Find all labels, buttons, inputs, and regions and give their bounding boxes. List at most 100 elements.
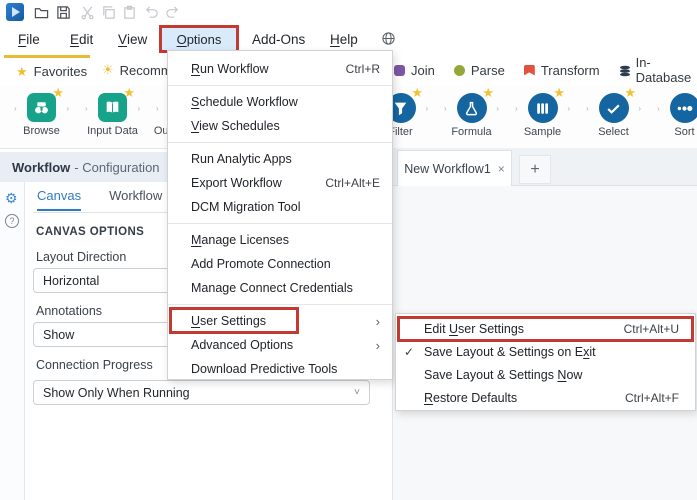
copy-icon xyxy=(99,3,117,21)
menu-view[interactable]: View xyxy=(118,24,147,54)
menu-item-view-schedules[interactable]: View Schedules xyxy=(168,114,392,138)
close-tab-icon[interactable]: × xyxy=(498,162,505,176)
menu-separator xyxy=(168,304,392,305)
menu-item-download-predictive-tools[interactable]: Download Predictive Tools xyxy=(168,357,392,381)
checkmark-icon: ✓ xyxy=(404,345,424,359)
open-folder-icon[interactable] xyxy=(32,3,50,21)
expand-right-icon[interactable]: › xyxy=(137,104,140,113)
submenu-arrow-icon: › xyxy=(376,314,380,329)
expand-left-icon[interactable]: › xyxy=(444,104,447,113)
menu-item-schedule-workflow[interactable]: Schedule Workflow xyxy=(168,90,392,114)
expand-right-icon[interactable]: › xyxy=(66,104,69,113)
configuration-header-title: Workflow xyxy=(12,160,70,175)
menu-separator xyxy=(168,142,392,143)
config-tab-canvas[interactable]: Canvas xyxy=(37,188,81,211)
tool-label: Input Data xyxy=(87,125,138,137)
submenu-arrow-icon: › xyxy=(376,338,380,353)
category-transform[interactable]: Transform xyxy=(524,63,600,78)
menu-item-manage-licenses[interactable]: Manage Licenses xyxy=(168,228,392,252)
category-in-database-icon xyxy=(619,65,630,76)
expand-left-icon[interactable]: › xyxy=(657,104,660,113)
tool-label: Browse xyxy=(23,125,60,137)
menu-item-export-workflow[interactable]: Export WorkflowCtrl+Alt+E xyxy=(168,171,392,195)
tool-label: Select xyxy=(598,126,629,138)
star-icon: ★ xyxy=(16,64,28,80)
favorite-star-icon: ★ xyxy=(411,85,423,101)
expand-right-icon[interactable]: › xyxy=(496,104,499,113)
expand-right-icon[interactable]: › xyxy=(567,104,570,113)
title-bar xyxy=(0,0,697,24)
menu-item-manage-connect-credentials[interactable]: Manage Connect Credentials xyxy=(168,276,392,300)
tool-label: Sort xyxy=(674,126,694,138)
category-in-database[interactable]: In-Database xyxy=(619,55,697,85)
expand-left-icon[interactable]: › xyxy=(515,104,518,113)
tool-category-list: Join Parse Transform In-Database xyxy=(394,55,697,85)
expand-left-icon[interactable]: › xyxy=(85,104,88,113)
menu-separator xyxy=(168,223,392,224)
user-settings-submenu: Edit User SettingsCtrl+Alt+U✓Save Layout… xyxy=(395,313,696,411)
layout-direction-label: Layout Direction xyxy=(36,250,126,264)
menu-item-dcm-migration-tool[interactable]: DCM Migration Tool xyxy=(168,195,392,219)
menu-edit[interactable]: Edit xyxy=(70,24,93,54)
menu-item-add-promote-connection[interactable]: Add Promote Connection xyxy=(168,252,392,276)
connection-progress-label: Connection Progress xyxy=(36,358,153,372)
tool-formula[interactable]: ★››Formula xyxy=(436,88,507,146)
menu-separator xyxy=(168,85,392,86)
redo-icon xyxy=(163,3,181,21)
expand-right-icon[interactable]: › xyxy=(425,104,428,113)
favorite-star-icon: ★ xyxy=(52,85,64,101)
tool-select[interactable]: ★››Select xyxy=(578,88,649,146)
tool-input-data[interactable]: ★››Input Data xyxy=(77,88,148,146)
document-tab-strip: New Workflow1 × + xyxy=(392,148,697,186)
paste-icon xyxy=(120,3,138,21)
tool-label: Formula xyxy=(451,126,491,138)
favorite-star-icon: ★ xyxy=(123,85,135,101)
tool-browse[interactable]: ★››Browse xyxy=(6,88,77,146)
expand-left-icon[interactable]: › xyxy=(156,104,159,113)
shortcut-label: Ctrl+R xyxy=(346,62,380,76)
menu-item-run-workflow[interactable]: Run WorkflowCtrl+R xyxy=(168,57,392,81)
menu-options[interactable]: Options xyxy=(159,25,239,53)
gear-icon[interactable]: ⚙ xyxy=(5,190,18,207)
menu-item-run-analytic-apps[interactable]: Run Analytic Apps xyxy=(168,147,392,171)
chevron-down-icon: ˅ xyxy=(354,387,360,398)
category-parse[interactable]: Parse xyxy=(454,63,505,78)
connection-progress-dropdown[interactable]: Show Only When Running ˅ xyxy=(33,380,370,405)
tool-sort[interactable]: ★››Sort xyxy=(649,88,697,146)
submenu-item-save-layout-settings-on-exit[interactable]: ✓Save Layout & Settings on Exit xyxy=(396,340,695,363)
submenu-item-restore-defaults[interactable]: Restore DefaultsCtrl+Alt+F xyxy=(396,386,695,409)
save-icon[interactable] xyxy=(54,3,72,21)
category-join[interactable]: Join xyxy=(394,63,435,78)
shortcut-label: Ctrl+Alt+E xyxy=(325,176,380,190)
submenu-item-edit-user-settings[interactable]: Edit User SettingsCtrl+Alt+U xyxy=(396,317,695,340)
menu-file[interactable]: File xyxy=(18,24,40,54)
tool-label: Sample xyxy=(524,126,561,138)
shortcut-label: Ctrl+Alt+F xyxy=(625,391,679,405)
cut-icon xyxy=(78,3,96,21)
bulb-icon: ☀ xyxy=(102,62,114,78)
expand-right-icon[interactable]: › xyxy=(638,104,641,113)
globe-icon[interactable] xyxy=(381,31,396,49)
favorite-star-icon: ★ xyxy=(624,85,636,101)
new-tab-button[interactable]: + xyxy=(519,155,551,184)
category-parse-icon xyxy=(454,65,465,76)
submenu-item-save-layout-settings-now[interactable]: Save Layout & Settings Now xyxy=(396,363,695,386)
category-join-icon xyxy=(394,65,405,76)
menu-item-advanced-options[interactable]: Advanced Options› xyxy=(168,333,392,357)
expand-left-icon[interactable]: › xyxy=(14,104,17,113)
dots-icon xyxy=(670,93,697,123)
menu-item-user-settings[interactable]: User Settings› xyxy=(168,309,392,333)
undo-icon xyxy=(142,3,160,21)
help-icon[interactable]: ? xyxy=(5,214,19,228)
favorite-star-icon: ★ xyxy=(553,85,565,101)
tab-new-workflow1[interactable]: New Workflow1 × xyxy=(397,150,512,186)
annotations-label: Annotations xyxy=(36,304,102,318)
palette-tab-favorites[interactable]: ★Favorites xyxy=(4,55,99,85)
tab-label: New Workflow1 xyxy=(404,162,491,176)
canvas-options-title: CANVAS OPTIONS xyxy=(36,226,144,238)
expand-left-icon[interactable]: › xyxy=(586,104,589,113)
favorite-star-icon: ★ xyxy=(482,85,494,101)
app-logo-icon xyxy=(6,3,24,21)
config-tab-workflow[interactable]: Workflow xyxy=(109,188,162,211)
tool-sample[interactable]: ★››Sample xyxy=(507,88,578,146)
